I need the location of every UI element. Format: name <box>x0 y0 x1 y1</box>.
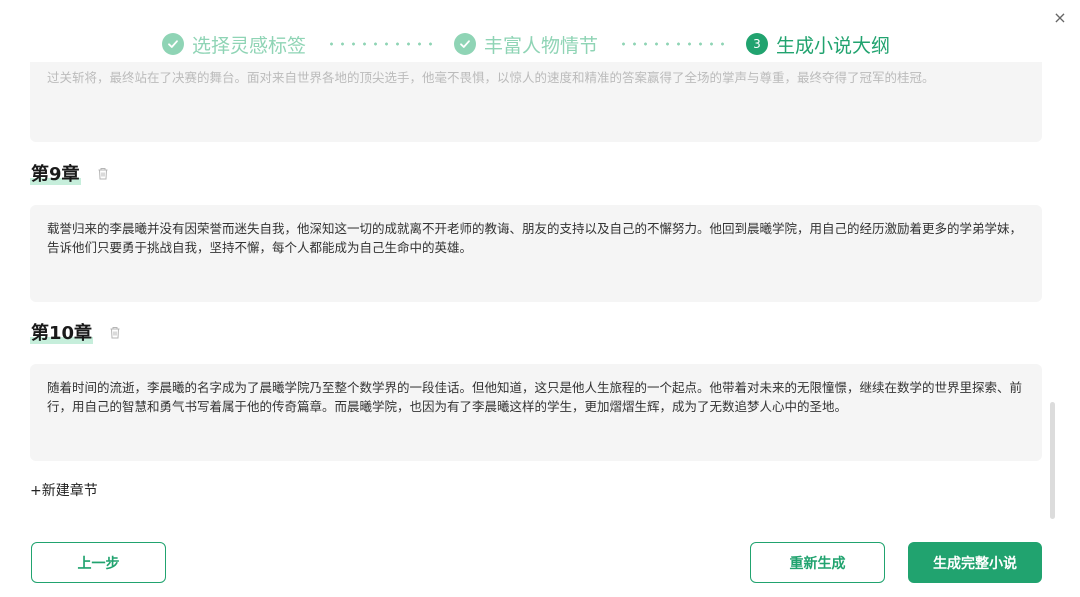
chapter-header: 第9章 <box>30 160 109 186</box>
step-label: 生成小说大纲 <box>776 34 891 57</box>
chapter-text: 载誉归来的李晨曦并没有因荣誉而迷失自我，他深知这一切的成就离不开老师的教诲、朋友… <box>47 221 1023 255</box>
previous-step-button[interactable]: 上一步 <box>31 542 166 583</box>
chapter-text: 过关斩将，最终站在了决赛的舞台。面对来自世界各地的顶尖选手，他毫不畏惧，以惊人的… <box>47 70 935 85</box>
step-label: 选择灵感标签 <box>192 34 307 57</box>
generate-full-novel-button[interactable]: 生成完整小说 <box>908 542 1042 583</box>
scrollbar-thumb[interactable] <box>1050 402 1055 519</box>
add-chapter-button[interactable]: +新建章节 <box>30 480 98 500</box>
step-number: 3 <box>746 33 768 55</box>
trash-icon[interactable] <box>97 167 109 180</box>
step-enrich-plot: 丰富人物情节 <box>454 29 598 59</box>
check-circle-icon <box>162 33 184 55</box>
check-circle-icon <box>454 33 476 55</box>
step-indicator: 选择灵感标签 丰富人物情节 3 生成小说大纲 <box>0 29 1080 59</box>
trash-icon[interactable] <box>109 326 121 339</box>
step-generate-outline: 3 生成小说大纲 <box>746 29 890 59</box>
step-connector <box>618 42 726 46</box>
regenerate-button[interactable]: 重新生成 <box>750 542 885 583</box>
chapter-content-card[interactable]: 载誉归来的李晨曦并没有因荣誉而迷失自我，他深知这一切的成就离不开老师的教诲、朋友… <box>30 205 1042 302</box>
chapter-content-card[interactable]: 过关斩将，最终站在了决赛的舞台。面对来自世界各地的顶尖选手，他毫不畏惧，以惊人的… <box>30 62 1042 142</box>
chapter-header: 第10章 <box>30 319 121 345</box>
chapter-content-card[interactable]: 随着时间的流逝，李晨曦的名字成为了晨曦学院乃至整个数学界的一段佳话。但他知道，这… <box>30 364 1042 461</box>
outline-scroll-area[interactable]: 过关斩将，最终站在了决赛的舞台。面对来自世界各地的顶尖选手，他毫不畏惧，以惊人的… <box>0 62 1080 517</box>
close-icon[interactable]: × <box>1052 10 1068 26</box>
chapter-title: 第10章 <box>30 319 94 345</box>
chapter-text: 随着时间的流逝，李晨曦的名字成为了晨曦学院乃至整个数学界的一段佳话。但他知道，这… <box>47 380 1023 414</box>
step-label: 丰富人物情节 <box>484 34 599 57</box>
chapter-title: 第9章 <box>30 160 81 186</box>
step-select-tags: 选择灵感标签 <box>162 29 306 59</box>
step-connector <box>326 42 434 46</box>
